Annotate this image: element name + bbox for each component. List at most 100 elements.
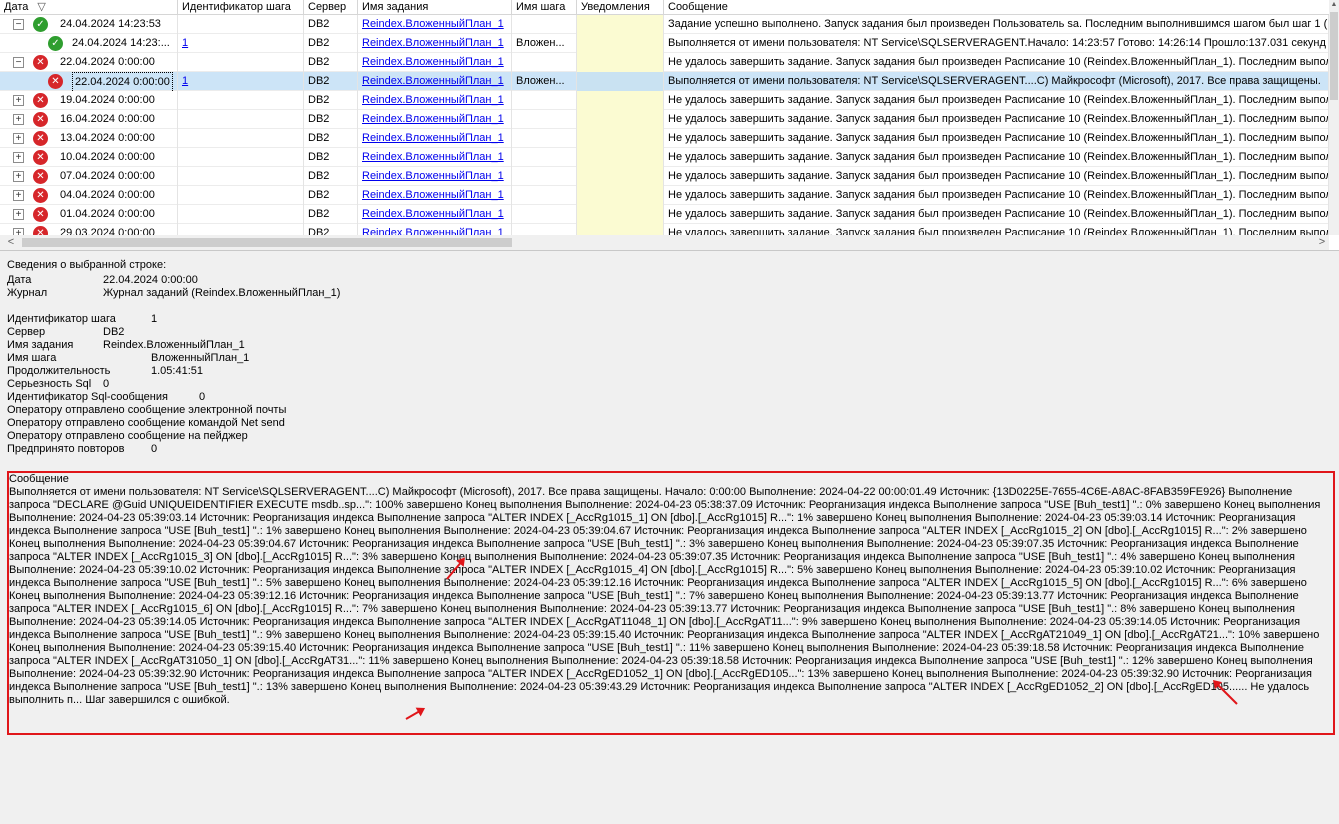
expand-box-icon[interactable]: + <box>13 133 24 144</box>
detail-value-sql-message-id: 0 <box>199 391 206 403</box>
job-name-link[interactable]: Reindex.ВложенныйПлан_1 <box>362 189 504 201</box>
table-row[interactable]: ✓ 24.04.2024 14:23:... 1 DB2 Reindex.Вложенн… <box>0 34 1329 53</box>
job-name-link[interactable]: Reindex.ВложенныйПлан_1 <box>362 151 504 163</box>
job-name-link[interactable]: Reindex.ВложенныйПлан_1 <box>362 113 504 125</box>
column-header-job-name[interactable]: Имя задания <box>358 0 512 15</box>
cell-notifications <box>577 167 664 186</box>
horizontal-scroll-thumb[interactable] <box>22 238 512 247</box>
job-name-link[interactable]: Reindex.ВложенныйПлан_1 <box>362 94 504 106</box>
cell-step-id <box>178 224 304 235</box>
cell-step-id <box>178 167 304 186</box>
column-header-server[interactable]: Сервер <box>304 0 358 15</box>
expand-box-icon[interactable]: + <box>13 171 24 182</box>
selected-row-details: Сведения о выбранной строке: Дата 22.04.… <box>0 256 1339 824</box>
scroll-right-icon[interactable]: > <box>1315 235 1329 250</box>
expand-box-icon[interactable]: + <box>13 114 24 125</box>
cell-step-name: Вложен... <box>512 72 577 91</box>
job-name-link[interactable]: Reindex.ВложенныйПлан_1 <box>362 37 504 49</box>
row-date: 29.03.2024 0:00:00 <box>60 227 155 235</box>
check-circle-icon: ✓ <box>33 17 48 32</box>
cell-notifications <box>577 15 664 34</box>
cell-date: ✕ 22.04.2024 0:00:00 <box>0 72 178 91</box>
horizontal-scrollbar[interactable]: < > <box>0 235 1329 250</box>
cell-job-name: Reindex.ВложенныйПлан_1 <box>358 15 512 34</box>
column-header-step-name[interactable]: Имя шага <box>512 0 577 15</box>
cell-step-id <box>178 110 304 129</box>
job-name-link[interactable]: Reindex.ВложенныйПлан_1 <box>362 18 504 30</box>
table-row[interactable]: + ✕ 07.04.2024 0:00:00 DB2 Reindex.Вложенный… <box>0 167 1329 186</box>
cell-notifications <box>577 53 664 72</box>
table-row[interactable]: + ✕ 16.04.2024 0:00:00 DB2 Reindex.Вложенный… <box>0 110 1329 129</box>
error-circle-icon: ✕ <box>33 188 48 203</box>
step-id-link[interactable]: 1 <box>182 75 188 87</box>
detail-label-email-notified: Оператору отправлено сообщение электронн… <box>7 404 287 416</box>
table-row[interactable]: ✕ 22.04.2024 0:00:00 1 DB2 Reindex.Вложенный… <box>0 72 1329 91</box>
table-row[interactable]: + ✕ 19.04.2024 0:00:00 DB2 Reindex.Вложенный… <box>0 91 1329 110</box>
panel-splitter[interactable] <box>0 250 1339 255</box>
expand-box-icon[interactable]: + <box>13 190 24 201</box>
table-row[interactable]: + ✕ 29.03.2024 0:00:00 DB2 Reindex.Вложенный… <box>0 224 1329 235</box>
expand-box-icon[interactable]: + <box>13 209 24 220</box>
cell-server: DB2 <box>304 129 358 148</box>
row-date: 22.04.2024 0:00:00 <box>72 72 173 91</box>
cell-date: ✓ 24.04.2024 14:23:... <box>0 34 178 53</box>
cell-message: Не удалось завершить задание. Запуск зад… <box>664 186 1329 205</box>
cell-step-name <box>512 186 577 205</box>
cell-step-name <box>512 205 577 224</box>
job-name-link[interactable]: Reindex.ВложенныйПлан_1 <box>362 75 504 87</box>
table-row[interactable]: + ✕ 01.04.2024 0:00:00 DB2 Reindex.Вложенный… <box>0 205 1329 224</box>
job-name-link[interactable]: Reindex.ВложенныйПлан_1 <box>362 227 504 235</box>
check-circle-icon: ✓ <box>48 36 63 51</box>
job-name-link[interactable]: Reindex.ВложенныйПлан_1 <box>362 56 504 68</box>
cell-step-name <box>512 148 577 167</box>
detail-value-date: 22.04.2024 0:00:00 <box>103 274 198 286</box>
table-row[interactable]: + ✕ 13.04.2024 0:00:00 DB2 Reindex.Вложенный… <box>0 129 1329 148</box>
column-header-notifications[interactable]: Уведомления <box>577 0 664 15</box>
cell-date: + ✕ 04.04.2024 0:00:00 <box>0 186 178 205</box>
cell-step-name <box>512 224 577 235</box>
job-history-grid[interactable]: Дата ▽ Идентификатор шага Сервер Имя зад… <box>0 0 1339 250</box>
error-circle-icon: ✕ <box>33 93 48 108</box>
expand-box-icon[interactable]: + <box>13 95 24 106</box>
detail-value-step-name: ВложенныйПлан_1 <box>151 352 250 364</box>
scroll-left-icon[interactable]: < <box>4 235 18 250</box>
cell-message: Не удалось завершить задание. Запуск зад… <box>664 148 1329 167</box>
row-date: 01.04.2024 0:00:00 <box>60 208 155 220</box>
job-name-link[interactable]: Reindex.ВложенныйПлан_1 <box>362 132 504 144</box>
cell-step-name <box>512 129 577 148</box>
detail-value-message[interactable]: Выполняется от имени пользователя: NT Se… <box>9 486 1327 707</box>
step-id-link[interactable]: 1 <box>182 37 188 49</box>
table-row[interactable]: + ✕ 04.04.2024 0:00:00 DB2 Reindex.Вложенный… <box>0 186 1329 205</box>
expand-box-icon[interactable]: + <box>13 228 24 235</box>
row-date: 04.04.2024 0:00:00 <box>60 189 155 201</box>
scroll-up-icon[interactable]: ▲ <box>1330 0 1338 10</box>
vertical-scrollbar[interactable]: ▲ <box>1329 0 1339 235</box>
cell-date: + ✕ 19.04.2024 0:00:00 <box>0 91 178 110</box>
detail-label-sql-severity: Серьезность Sql <box>7 378 92 390</box>
cell-message: Не удалось завершить задание. Запуск зад… <box>664 53 1329 72</box>
cell-notifications <box>577 224 664 235</box>
job-name-link[interactable]: Reindex.ВложенныйПлан_1 <box>362 208 504 220</box>
cell-job-name: Reindex.ВложенныйПлан_1 <box>358 110 512 129</box>
cell-date: + ✕ 29.03.2024 0:00:00 <box>0 224 178 235</box>
column-header-message[interactable]: Сообщение <box>664 0 1329 15</box>
cell-job-name: Reindex.ВложенныйПлан_1 <box>358 167 512 186</box>
detail-value-server: DB2 <box>103 326 125 338</box>
detail-label-netsend-notified: Оператору отправлено сообщение командой … <box>7 417 285 429</box>
collapse-box-icon[interactable]: − <box>13 57 24 68</box>
cell-job-name: Reindex.ВложенныйПлан_1 <box>358 34 512 53</box>
job-name-link[interactable]: Reindex.ВложенныйПлан_1 <box>362 170 504 182</box>
table-row[interactable]: + ✕ 10.04.2024 0:00:00 DB2 Reindex.Вложенный… <box>0 148 1329 167</box>
cell-server: DB2 <box>304 205 358 224</box>
column-header-date[interactable]: Дата ▽ <box>0 0 178 15</box>
collapse-box-icon[interactable]: − <box>13 19 24 30</box>
cell-notifications <box>577 34 664 53</box>
detail-label-sql-message-id: Идентификатор Sql-сообщения <box>7 391 168 403</box>
column-header-step-id[interactable]: Идентификатор шага <box>178 0 304 15</box>
expand-box-icon[interactable]: + <box>13 152 24 163</box>
table-row[interactable]: − ✕ 22.04.2024 0:00:00 DB2 Reindex.Вложенный… <box>0 53 1329 72</box>
table-row[interactable]: − ✓ 24.04.2024 14:23:53 DB2 Reindex.Вложенны… <box>0 15 1329 34</box>
vertical-scroll-thumb[interactable] <box>1330 12 1338 100</box>
cell-notifications <box>577 205 664 224</box>
cell-date: − ✓ 24.04.2024 14:23:53 <box>0 15 178 34</box>
